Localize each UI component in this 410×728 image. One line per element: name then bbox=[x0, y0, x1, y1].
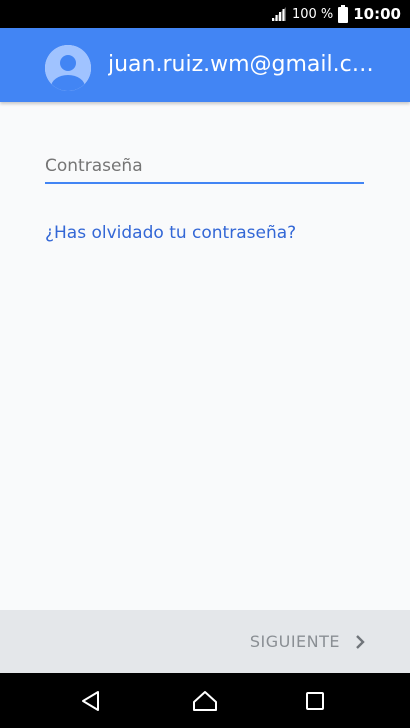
default-avatar-icon bbox=[45, 45, 91, 91]
forgot-password-link[interactable]: ¿Has olvidado tu contraseña? bbox=[45, 223, 296, 243]
navigation-bar bbox=[0, 673, 410, 728]
screen: 100 % 10:00 juan.ruiz.wm@gmail.c… ¿Has o… bbox=[0, 0, 410, 728]
account-header: juan.ruiz.wm@gmail.c… bbox=[0, 28, 410, 102]
recents-button[interactable] bbox=[285, 673, 345, 728]
home-icon bbox=[193, 690, 217, 711]
recents-icon bbox=[306, 691, 324, 710]
next-button-label: SIGUIENTE bbox=[249, 632, 340, 651]
footer-bar: SIGUIENTE bbox=[0, 610, 410, 673]
back-button[interactable] bbox=[61, 673, 121, 728]
battery-icon bbox=[338, 5, 349, 23]
home-button[interactable] bbox=[175, 673, 235, 728]
avatar bbox=[45, 45, 91, 91]
status-icons: 100 % 10:00 bbox=[271, 0, 401, 28]
back-icon bbox=[82, 690, 99, 711]
account-email: juan.ruiz.wm@gmail.c… bbox=[108, 52, 374, 77]
clock: 10:00 bbox=[353, 5, 401, 23]
password-field bbox=[45, 150, 364, 184]
signal-icon bbox=[271, 7, 286, 21]
chevron-right-icon bbox=[356, 634, 365, 649]
status-bar: 100 % 10:00 bbox=[0, 0, 410, 28]
password-input[interactable] bbox=[45, 150, 364, 184]
battery-percent: 100 % bbox=[291, 6, 334, 22]
next-button[interactable]: SIGUIENTE bbox=[250, 610, 366, 673]
